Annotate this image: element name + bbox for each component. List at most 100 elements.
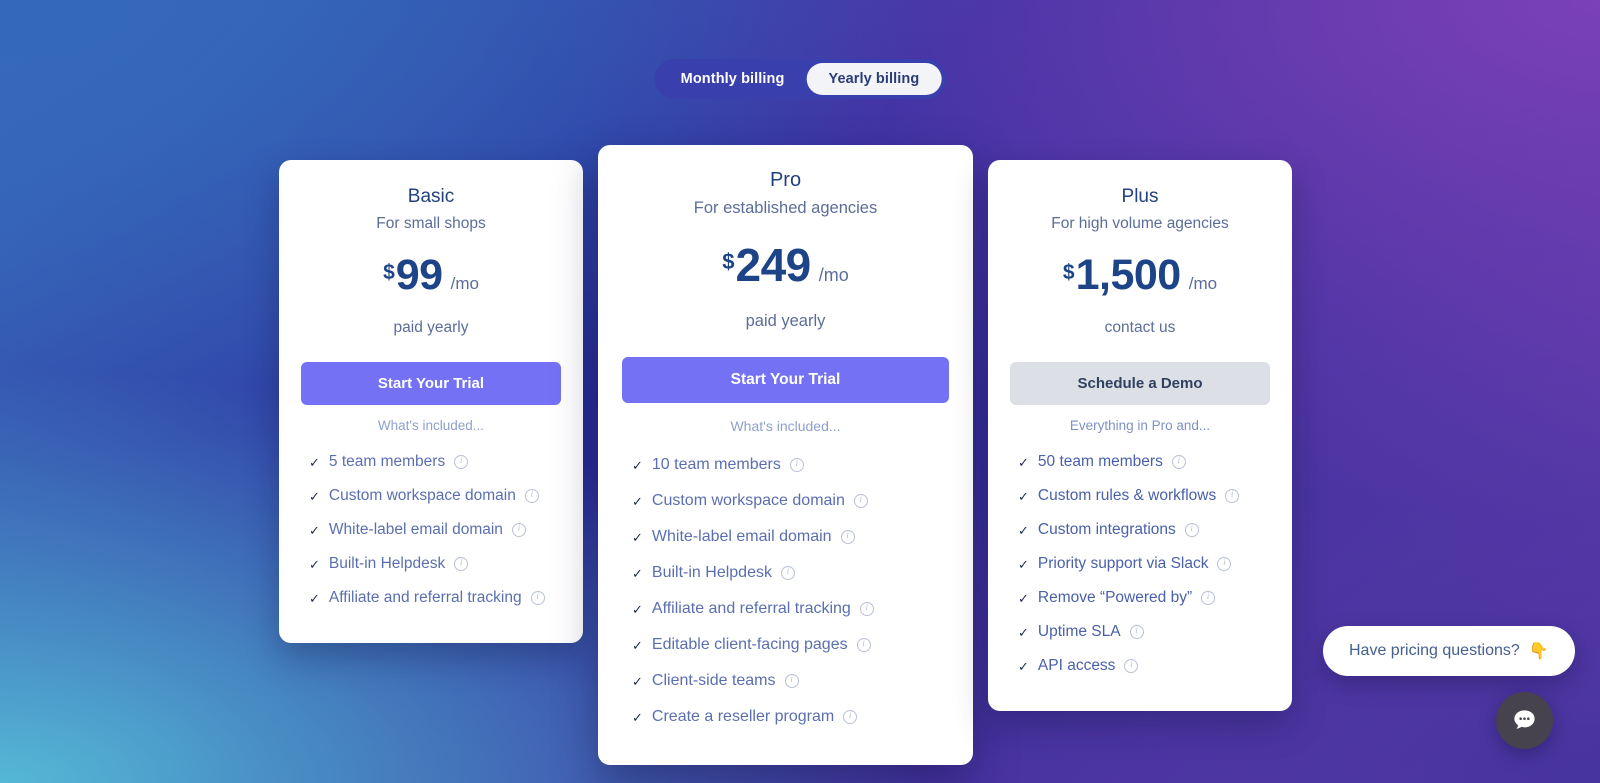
check-icon: ✓: [632, 637, 643, 653]
features-header: What's included...: [377, 418, 485, 433]
price: $ 1,500 /mo: [1063, 251, 1217, 300]
info-icon[interactable]: i: [840, 530, 855, 544]
feature-label: White-label email domain: [651, 528, 832, 545]
list-item: ✓ Custom workspace domain i: [622, 483, 949, 519]
info-icon[interactable]: i: [859, 602, 874, 616]
info-icon[interactable]: i: [530, 591, 545, 605]
feature-list: ✓ 10 team members i ✓ Custom workspace d…: [622, 447, 949, 735]
feature-label: Built-in Helpdesk: [651, 564, 772, 581]
plan-name: Basic: [407, 186, 455, 207]
feature-label: Affiliate and referral tracking: [651, 600, 851, 617]
list-item: ✓ Custom workspace domain i: [301, 479, 561, 513]
info-icon[interactable]: i: [524, 489, 539, 503]
billing-period-toggle[interactable]: Monthly billing Yearly billing: [654, 59, 946, 99]
info-icon[interactable]: i: [1217, 557, 1232, 571]
check-icon: ✓: [1018, 624, 1029, 640]
schedule-demo-button[interactable]: Schedule a Demo: [1010, 362, 1270, 405]
check-icon: ✓: [309, 522, 320, 538]
list-item: ✓ Affiliate and referral tracking i: [301, 581, 561, 615]
price-amount: 99: [395, 251, 443, 299]
feature-label: White-label email domain: [328, 521, 503, 538]
price-amount: 1,500: [1075, 251, 1182, 299]
list-item: ✓ Priority support via Slack i: [1010, 547, 1270, 581]
feature-label: Built-in Helpdesk: [328, 555, 446, 572]
list-item: ✓ Create a reseller program i: [622, 699, 949, 735]
feature-label: Remove “Powered by”: [1037, 589, 1193, 606]
info-icon[interactable]: i: [780, 566, 795, 580]
feature-label: 5 team members: [328, 453, 446, 470]
feature-label: Custom integrations: [1037, 521, 1176, 538]
list-item: ✓ Remove “Powered by” i: [1010, 581, 1270, 615]
check-icon: ✓: [632, 673, 643, 689]
feature-list: ✓ 50 team members i ✓ Custom rules & wor…: [1010, 445, 1270, 683]
price-period: /mo: [450, 274, 479, 293]
toggle-option-yearly[interactable]: Yearly billing: [806, 63, 942, 95]
feature-label: API access: [1037, 657, 1116, 674]
list-item: ✓ White-label email domain i: [622, 519, 949, 555]
feature-label: Client-side teams: [651, 672, 776, 689]
check-icon: ✓: [632, 529, 643, 545]
info-icon[interactable]: i: [843, 710, 858, 724]
price-currency: $: [722, 249, 735, 274]
check-icon: ✓: [632, 565, 643, 581]
info-icon[interactable]: i: [511, 523, 526, 537]
list-item: ✓ Uptime SLA i: [1010, 615, 1270, 649]
feature-label: Editable client-facing pages: [651, 636, 848, 653]
feature-label: Custom rules & workflows: [1037, 487, 1217, 504]
list-item: ✓ Built-in Helpdesk i: [301, 547, 561, 581]
billing-note: paid yearly: [745, 312, 826, 330]
check-icon: ✓: [1018, 454, 1029, 470]
list-item: ✓ 50 team members i: [1010, 445, 1270, 479]
info-icon[interactable]: i: [1225, 489, 1240, 503]
feature-label: Custom workspace domain: [651, 492, 845, 509]
list-item: ✓ Client-side teams i: [622, 663, 949, 699]
plan-tagline: For small shops: [376, 215, 486, 232]
info-icon[interactable]: i: [1171, 455, 1186, 469]
list-item: ✓ Affiliate and referral tracking i: [622, 591, 949, 627]
pointing-down-icon: 👇: [1528, 643, 1549, 660]
pricing-card-plus: Plus For high volume agencies $ 1,500 /m…: [988, 160, 1292, 711]
info-icon[interactable]: i: [784, 674, 799, 688]
features-header: Everything in Pro and...: [1069, 418, 1211, 433]
feature-label: 50 team members: [1037, 453, 1163, 470]
price: $ 249 /mo: [722, 238, 849, 292]
chat-prompt-bubble[interactable]: Have pricing questions? 👇: [1323, 626, 1575, 676]
info-icon[interactable]: i: [1124, 659, 1139, 673]
info-icon[interactable]: i: [1129, 625, 1144, 639]
info-icon[interactable]: i: [856, 638, 871, 652]
check-icon: ✓: [1018, 590, 1029, 606]
check-icon: ✓: [309, 556, 320, 572]
info-icon[interactable]: i: [454, 455, 469, 469]
check-icon: ✓: [1018, 556, 1029, 572]
toggle-option-monthly[interactable]: Monthly billing: [659, 63, 807, 95]
info-icon[interactable]: i: [1201, 591, 1216, 605]
check-icon: ✓: [309, 488, 320, 504]
plan-tagline: For high volume agencies: [1051, 215, 1229, 232]
start-trial-button[interactable]: Start Your Trial: [622, 357, 949, 403]
price-amount: 249: [735, 239, 811, 291]
check-icon: ✓: [632, 457, 643, 473]
features-header: What's included...: [730, 418, 841, 434]
check-icon: ✓: [309, 454, 320, 470]
price-currency: $: [1062, 261, 1075, 284]
price: $ 99 /mo: [383, 251, 479, 300]
check-icon: ✓: [632, 493, 643, 509]
list-item: ✓ Custom rules & workflows i: [1010, 479, 1270, 513]
check-icon: ✓: [632, 601, 643, 617]
price-period: /mo: [1188, 274, 1218, 293]
chat-launcher-button[interactable]: [1496, 692, 1553, 749]
info-icon[interactable]: i: [853, 494, 868, 508]
feature-label: 10 team members: [651, 456, 781, 473]
check-icon: ✓: [1018, 658, 1029, 674]
plan-tagline: For established agencies: [693, 199, 878, 217]
list-item: ✓ Custom integrations i: [1010, 513, 1270, 547]
info-icon[interactable]: i: [789, 458, 804, 472]
info-icon[interactable]: i: [1184, 523, 1199, 537]
start-trial-button[interactable]: Start Your Trial: [301, 362, 561, 405]
feature-label: Uptime SLA: [1037, 623, 1121, 640]
feature-label: Priority support via Slack: [1037, 555, 1209, 572]
pricing-card-pro: Pro For established agencies $ 249 /mo p…: [598, 145, 973, 765]
info-icon[interactable]: i: [454, 557, 469, 571]
pricing-card-basic: Basic For small shops $ 99 /mo paid year…: [279, 160, 583, 643]
feature-list: ✓ 5 team members i ✓ Custom workspace do…: [301, 445, 561, 615]
